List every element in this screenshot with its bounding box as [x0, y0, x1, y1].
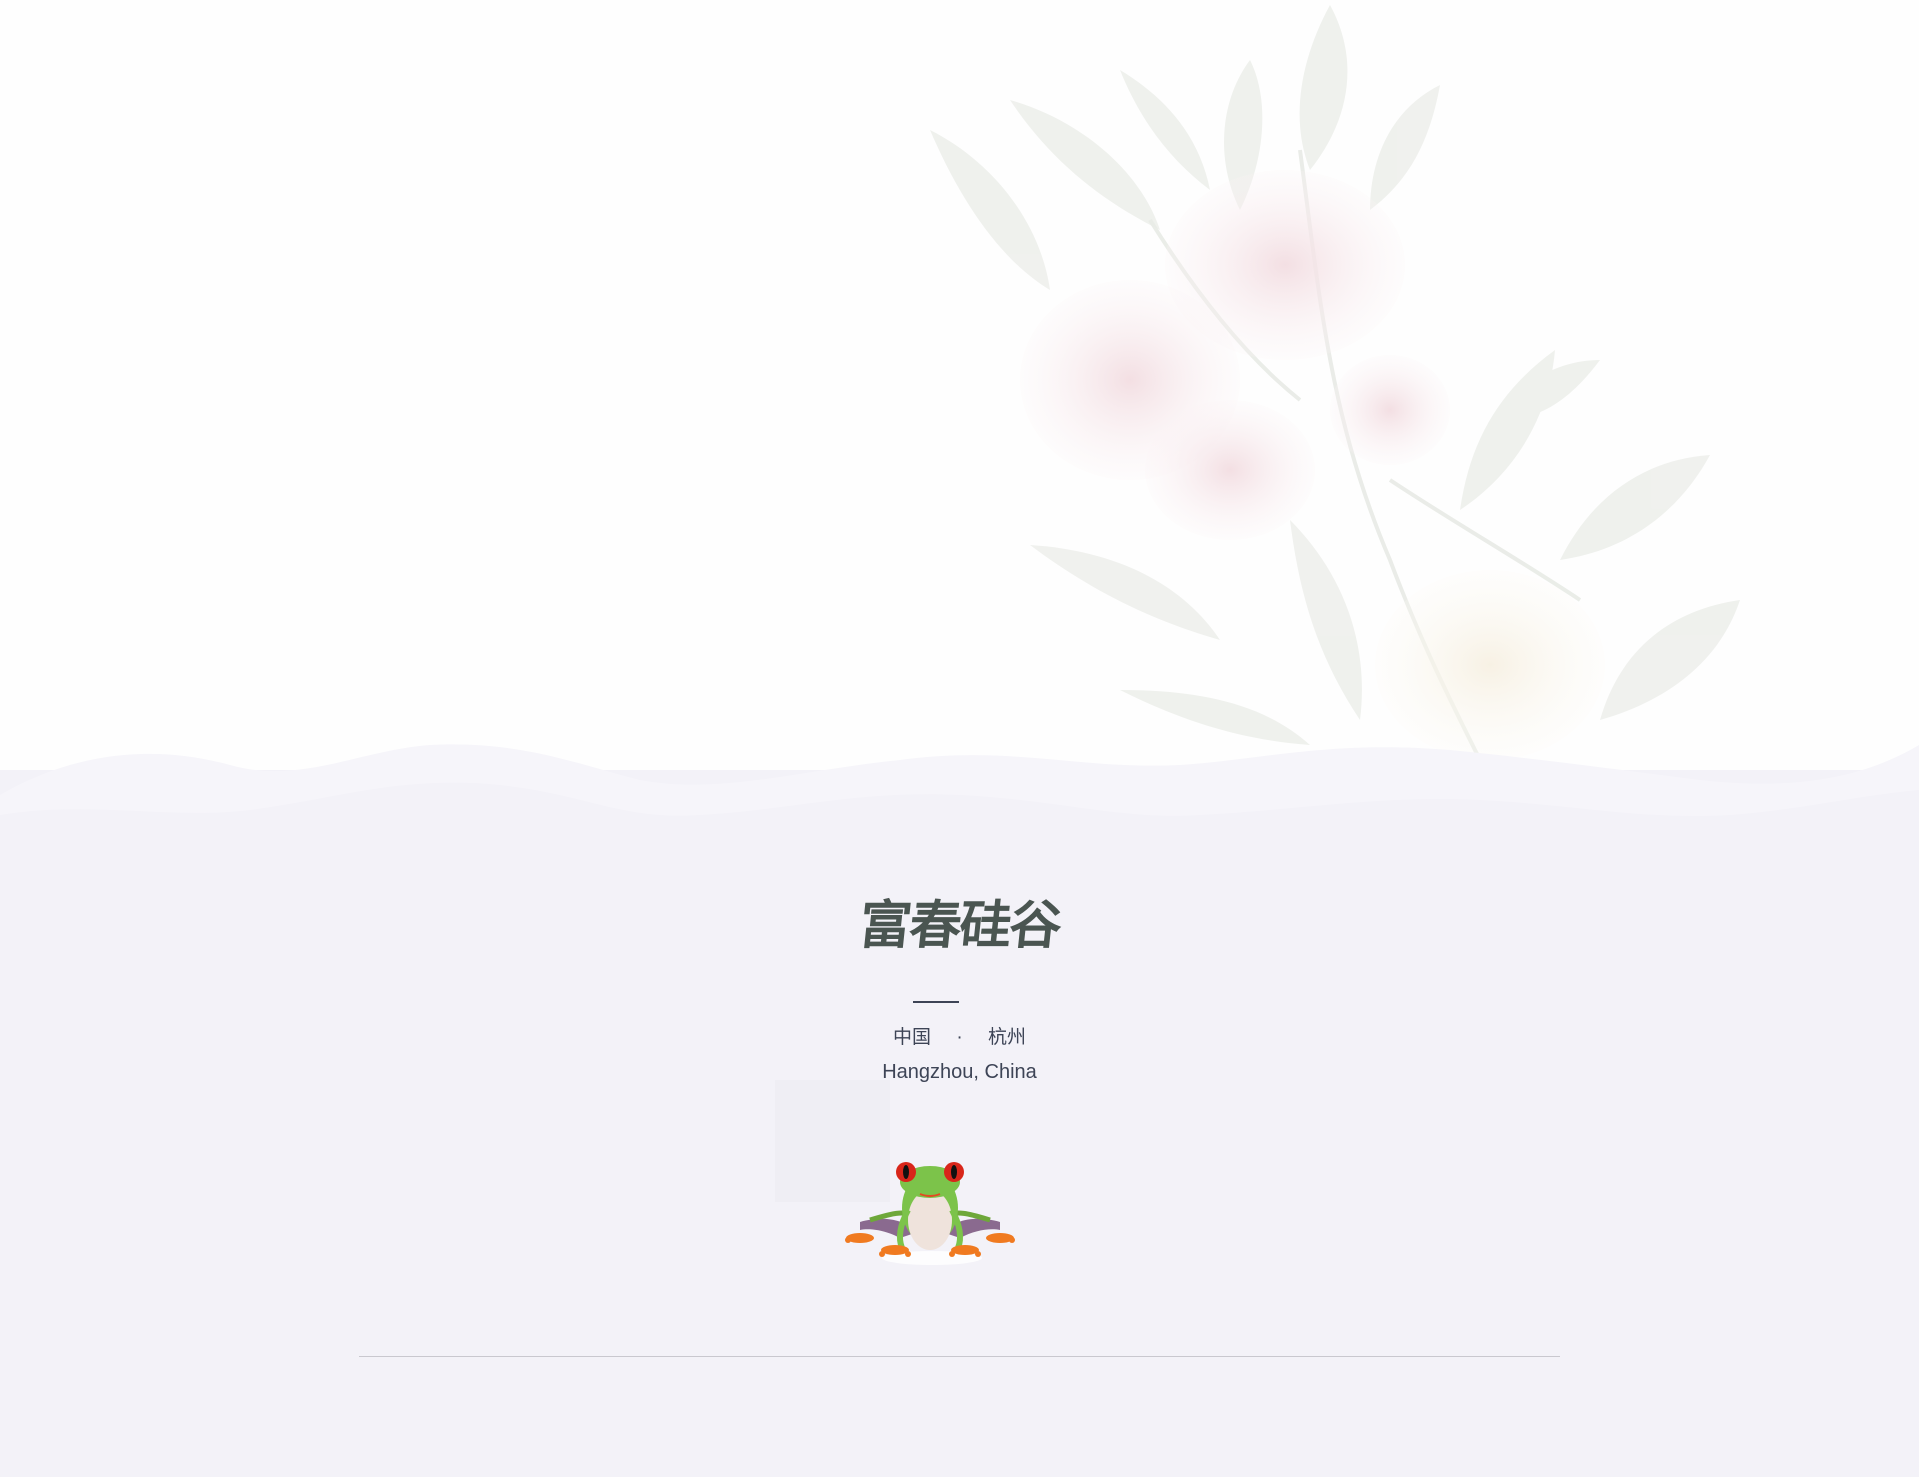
frog-mascot-icon [845, 1162, 1015, 1265]
footer-band [0, 770, 1919, 1477]
peony-decoration-icon [930, 5, 1740, 761]
location-english: Hangzhou, China [882, 1061, 1037, 1083]
city-label: 杭州 [987, 1027, 1026, 1048]
footer-divider [359, 1356, 1560, 1357]
title-divider [913, 1001, 959, 1003]
location-chinese: 中国 · 杭州 [0, 1026, 1919, 1050]
hero-section [0, 0, 1919, 840]
location-separator: · [956, 1027, 963, 1048]
country-label: 中国 [893, 1027, 932, 1048]
wave-divider [0, 744, 1919, 850]
brand-logo-title: 富春硅谷 [856, 895, 1063, 956]
